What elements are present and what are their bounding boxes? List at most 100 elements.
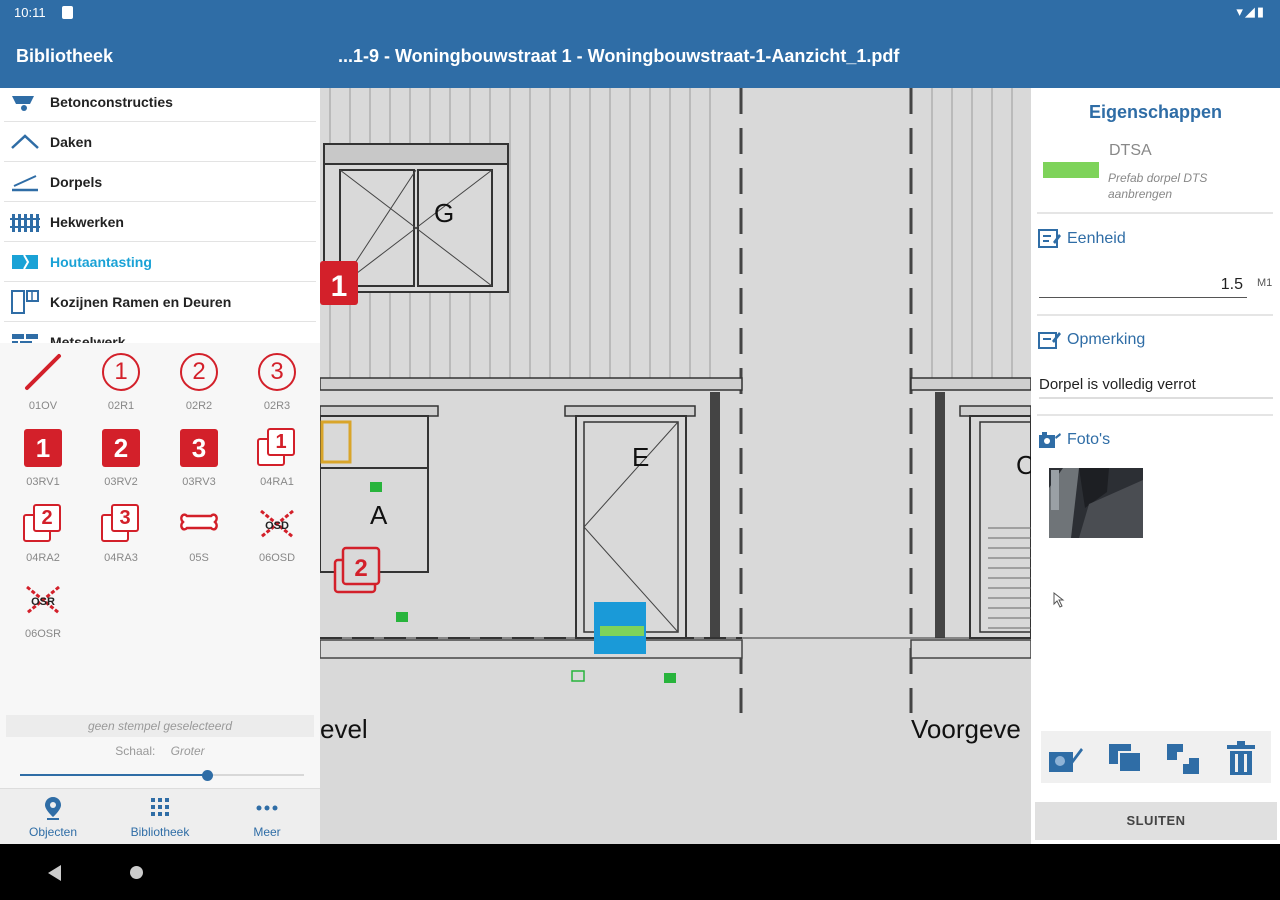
- category-label: Kozijnen Ramen en Deuren: [50, 293, 232, 310]
- nav-objecten[interactable]: Objecten: [0, 789, 106, 844]
- stamp-label: 06OSR: [24, 628, 62, 640]
- marker-1[interactable]: 1: [320, 261, 358, 305]
- category-item[interactable]: Houtaantasting: [4, 242, 316, 282]
- brick-icon: [8, 330, 42, 343]
- duplicate-icon: [1109, 744, 1142, 773]
- stamp-02r3[interactable]: 3 02R3: [238, 348, 316, 418]
- category-label: Betonconstructies: [50, 93, 173, 110]
- stamp-label: 03RV1: [26, 476, 60, 488]
- voorgevel-label: Voorgeve: [911, 714, 1021, 744]
- slider-thumb[interactable]: [202, 770, 214, 781]
- pointer-cursor-icon: [1053, 592, 1065, 608]
- map-pin-icon: [45, 797, 61, 820]
- nav-bibliotheek[interactable]: Bibliotheek: [107, 789, 213, 844]
- stamp-label: 02R2: [185, 400, 213, 412]
- stamp-label: 04RA3: [104, 552, 138, 564]
- stamp-glyph-icon: 3: [179, 428, 219, 468]
- stamp-glyph-icon: 2: [23, 504, 63, 544]
- stamp-glyph-icon: OSR: [23, 580, 63, 620]
- move-button[interactable]: [1163, 739, 1203, 777]
- category-label: Daken: [50, 133, 93, 150]
- wheelbarrow-icon: [8, 90, 42, 114]
- stamp-label: 02R3: [263, 400, 291, 412]
- properties-panel: Eigenschappen DTSA Prefab dorpel DTS aan…: [1031, 88, 1280, 844]
- move-icon: [1167, 744, 1199, 774]
- trash-icon: [1227, 741, 1255, 775]
- stamp-03rv1[interactable]: 1 03RV1: [4, 424, 82, 494]
- unit-field[interactable]: [1039, 274, 1247, 298]
- system-status-icons: ▾◢▮: [1236, 4, 1266, 19]
- stamp-04ra2[interactable]: 2 04RA2: [4, 500, 82, 570]
- stamp-04ra3[interactable]: 3 04RA3: [82, 500, 160, 570]
- selected-marker-bar: [600, 626, 644, 636]
- product-description: Prefab dorpel DTS aanbrengen: [1108, 171, 1208, 201]
- stamp-label: 03RV2: [104, 476, 138, 488]
- marker-1-text: 1: [331, 270, 348, 303]
- sill-icon: [8, 170, 42, 194]
- stamp-05s[interactable]: 05S: [160, 500, 238, 570]
- divider: [1037, 212, 1273, 214]
- stamp-glyph-icon: 1: [257, 428, 297, 468]
- stamp-glyph-icon: 3: [257, 352, 297, 392]
- roof-icon: [8, 130, 42, 154]
- stamp-03rv3[interactable]: 3 03RV3: [160, 424, 238, 494]
- stamp-glyph-icon: 2: [101, 428, 141, 468]
- stamp-label: 03RV3: [182, 476, 216, 488]
- stamp-label: 04RA2: [26, 552, 60, 564]
- photos-icon: [1039, 432, 1061, 448]
- category-item[interactable]: Metselwerk: [4, 322, 316, 343]
- remark-field[interactable]: [1039, 373, 1273, 399]
- door-label-e: E: [632, 442, 650, 472]
- photo-thumbnail[interactable]: [1049, 468, 1143, 538]
- remark-input[interactable]: [1039, 373, 1273, 395]
- category-item[interactable]: Daken: [4, 122, 316, 162]
- edit-photo-button[interactable]: [1045, 739, 1085, 777]
- photo-image: [1049, 468, 1143, 538]
- bottom-navigation: Objecten Bibliotheek Meer: [0, 788, 320, 844]
- stamp-01ov[interactable]: 01OV: [4, 348, 82, 418]
- stamp-label: 05S: [189, 552, 209, 564]
- scale-slider[interactable]: [20, 770, 304, 781]
- back-icon[interactable]: [48, 865, 61, 881]
- stamp-06osd[interactable]: OSD 06OSD: [238, 500, 316, 570]
- category-item[interactable]: Kozijnen Ramen en Deuren: [4, 282, 316, 322]
- category-item[interactable]: Betonconstructies: [4, 88, 316, 122]
- home-icon[interactable]: [130, 866, 143, 879]
- drawing-canvas[interactable]: 1 2 G E A C evel Voorgeve: [320, 88, 1031, 844]
- sd-card-icon: [62, 6, 73, 19]
- product-color-swatch: [1043, 162, 1099, 178]
- divider: [1037, 414, 1273, 416]
- edit-photo-icon: [1049, 748, 1083, 772]
- nav-meer[interactable]: Meer: [214, 789, 320, 844]
- stamp-glyph-icon: 3: [101, 504, 141, 544]
- document-title: ...1-9 - Woningbouwstraat 1 - Woningbouw…: [338, 46, 900, 66]
- close-button[interactable]: SLUITEN: [1035, 802, 1277, 840]
- slider-fill: [20, 774, 208, 776]
- window-label-a: A: [370, 500, 388, 530]
- scale-value: Groter: [170, 744, 205, 758]
- svg-text:OSD: OSD: [265, 520, 289, 532]
- stamp-02r1[interactable]: 1 02R1: [82, 348, 160, 418]
- stamp-03rv2[interactable]: 2 03RV2: [82, 424, 160, 494]
- stamp-label: 06OSD: [258, 552, 296, 564]
- fence-icon: [8, 210, 42, 234]
- category-item[interactable]: Hekwerken: [4, 202, 316, 242]
- duplicate-button[interactable]: [1105, 739, 1145, 777]
- stamp-glyph-icon: [179, 504, 219, 544]
- stamp-04ra1[interactable]: 1 04RA1: [238, 424, 316, 494]
- more-dots-icon: [256, 805, 278, 811]
- delete-button[interactable]: [1221, 739, 1261, 777]
- door-label-c: C: [1016, 450, 1031, 480]
- stamp-02r2[interactable]: 2 02R2: [160, 348, 238, 418]
- app-bar: Bibliotheek ...1-9 - Woningbouwstraat 1 …: [0, 26, 1280, 88]
- action-bar: [1041, 731, 1271, 783]
- app-root: 10:11 ▾◢▮ Bibliotheek ...1-9 - Woningbou…: [0, 0, 1280, 900]
- window-frame-icon: [8, 289, 42, 314]
- category-item[interactable]: Dorpels: [4, 162, 316, 202]
- nav-label-meer: Meer: [253, 825, 281, 839]
- marker-2-text: 2: [354, 555, 367, 582]
- svg-text:OSR: OSR: [31, 596, 55, 608]
- nav-label-objecten: Objecten: [28, 825, 78, 839]
- unit-input[interactable]: [1039, 274, 1247, 296]
- stamp-06osr[interactable]: OSR 06OSR: [4, 576, 82, 646]
